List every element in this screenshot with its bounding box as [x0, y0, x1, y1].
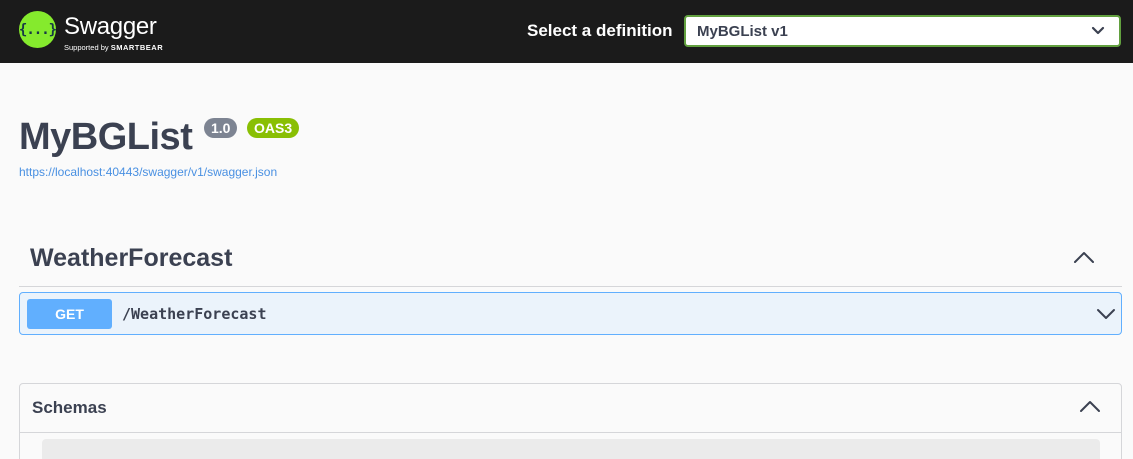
api-title: MyBGList — [19, 116, 193, 158]
topbar: {...} Swagger Supported by SMARTBEAR Sel… — [0, 0, 1133, 63]
schema-item[interactable] — [42, 439, 1100, 459]
brand-company: SMARTBEAR — [110, 43, 164, 52]
definition-select[interactable]: MyBGList v1 — [684, 15, 1121, 47]
chevron-down-icon — [1091, 26, 1105, 35]
tag-divider — [19, 286, 1122, 287]
operation-path: /WeatherForecast — [122, 305, 267, 323]
oas-badge: OAS3 — [247, 118, 300, 138]
chevron-up-icon[interactable] — [1073, 251, 1095, 264]
brand-name[interactable]: Swagger — [64, 13, 157, 41]
swagger-logo-icon[interactable]: {...} — [18, 11, 57, 48]
schemas-divider — [20, 432, 1121, 433]
chevron-down-icon[interactable] — [1096, 308, 1116, 320]
operation-get-weatherforecast[interactable]: GET /WeatherForecast — [19, 292, 1122, 335]
method-badge: GET — [27, 299, 112, 329]
chevron-up-icon[interactable] — [1079, 400, 1101, 413]
brand-supported-by: Supported by SMARTBEAR — [64, 43, 163, 52]
supported-by-text: Supported by — [64, 43, 109, 52]
logo-glyph: {...} — [18, 21, 57, 38]
definition-label: Select a definition — [527, 21, 673, 40]
schemas-section: Schemas — [19, 383, 1122, 459]
schemas-title[interactable]: Schemas — [32, 398, 107, 418]
definition-selected-value: MyBGList v1 — [697, 23, 788, 40]
tag-title[interactable]: WeatherForecast — [30, 244, 232, 273]
spec-url-link[interactable]: https://localhost:40443/swagger/v1/swagg… — [19, 165, 277, 179]
version-badge: 1.0 — [204, 118, 238, 138]
